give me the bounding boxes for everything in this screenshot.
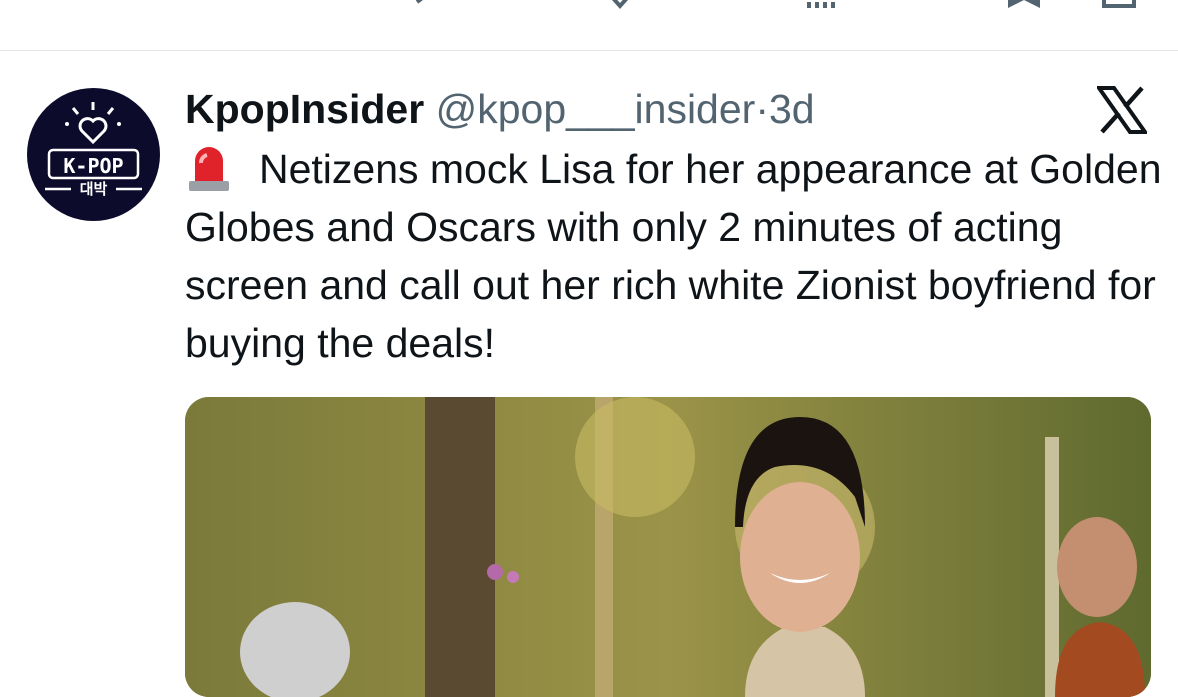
tweet-header: KpopInsider @kpop___insider·3d [185, 84, 815, 134]
handle[interactable]: @kpop___insider [436, 86, 756, 132]
bookmark-icon[interactable] [1006, 0, 1046, 10]
siren-icon [189, 147, 229, 191]
display-name[interactable]: KpopInsider [185, 86, 424, 132]
avatar-subtext: 대박 [79, 180, 108, 198]
avatar[interactable]: K-POP 대박 [27, 88, 160, 221]
separator: · [755, 86, 769, 132]
timestamp[interactable]: 3d [769, 86, 815, 132]
like-icon[interactable] [600, 0, 640, 10]
repost-icon[interactable] [397, 0, 437, 10]
avatar-text: K-POP [63, 154, 124, 178]
divider [0, 50, 1178, 51]
tweet-text: Netizens mock Lisa for her appearance at… [185, 140, 1165, 372]
x-logo-icon[interactable] [1097, 86, 1147, 134]
views-icon[interactable] [805, 0, 845, 10]
tweet-body: Netizens mock Lisa for her appearance at… [185, 146, 1162, 366]
share-icon[interactable] [1100, 0, 1140, 10]
tweet-media[interactable] [185, 397, 1151, 697]
media-photo [185, 397, 1151, 697]
action-bar [0, 0, 1178, 50]
reply-icon[interactable] [200, 0, 240, 10]
